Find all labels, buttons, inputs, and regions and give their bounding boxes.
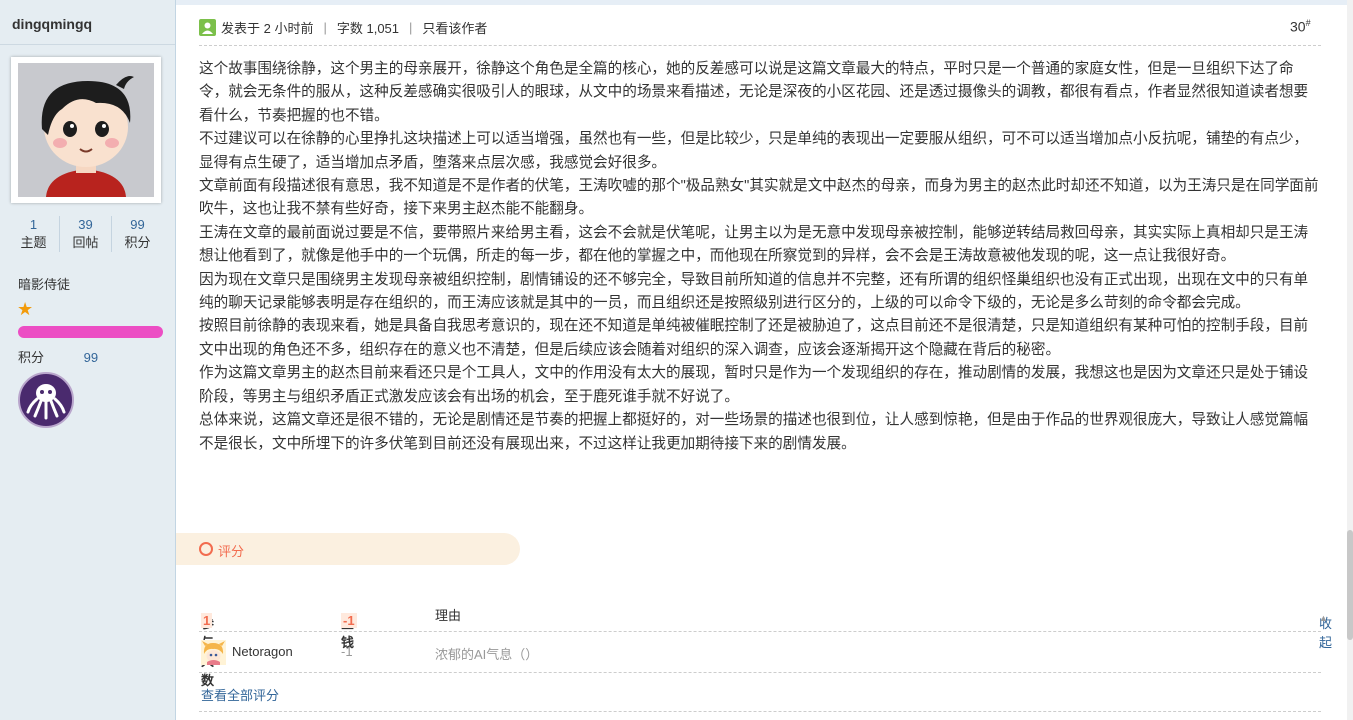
rating-header: 参与人数 1 金钱 -1 理由 收起 ▲ bbox=[199, 597, 1332, 688]
post-paragraph: 按照目前徐静的表现来看，她是具备自我思考意识的，现在还不知道是单纯被催眠控制了还… bbox=[199, 318, 1309, 358]
author-avatar[interactable] bbox=[11, 57, 161, 203]
stat-replies[interactable]: 39 回帖 bbox=[59, 216, 111, 252]
rater-avatar[interactable] bbox=[201, 640, 226, 665]
bottom-divider bbox=[199, 711, 1321, 712]
rating-tab[interactable]: 评分 bbox=[176, 533, 520, 565]
score-row: 积分 99 bbox=[18, 347, 98, 366]
user-group[interactable]: 暗影侍徒 bbox=[18, 274, 70, 293]
post-wordcount: 字数 1,051 bbox=[336, 20, 400, 36]
post-paragraph: 总体来说，这篇文章还是很不错的，无论是剧情还是节奏的把握上都挺好的，对一些场景的… bbox=[199, 412, 1309, 452]
post-time: 发表于 2 小时前 bbox=[221, 20, 314, 36]
rater-username[interactable]: Netoragon bbox=[232, 644, 293, 659]
coins-total: -1 bbox=[341, 613, 357, 628]
floor-mark: # bbox=[1305, 18, 1311, 28]
rating-tab-label: 评分 bbox=[218, 544, 245, 559]
top-border bbox=[176, 0, 1353, 5]
reason-label: 理由 bbox=[435, 608, 462, 623]
rating-table: 参与人数 1 金钱 -1 理由 收起 ▲ Netoragon -1 浓郁的AI气… bbox=[199, 597, 1332, 711]
view-all-row: 查看全部评分 bbox=[199, 673, 1321, 711]
author-username[interactable]: dingqmingq bbox=[12, 16, 92, 32]
post-paragraph: 作为这篇文章男主的赵杰目前来看还只是个工具人，文中的作用没有太大的展现，暂时只是… bbox=[199, 365, 1309, 405]
only-author-link[interactable]: 只看该作者 bbox=[422, 18, 487, 37]
post-paragraph: 文章前面有段描述很有意思，我不知道是不是作者的伏笔，王涛吹嘘的那个"极品熟女"其… bbox=[199, 178, 1319, 218]
stat-points-value[interactable]: 99 bbox=[112, 216, 163, 234]
online-user-icon bbox=[199, 18, 216, 36]
header-divider bbox=[199, 45, 1321, 46]
stat-threads-label: 主题 bbox=[20, 235, 47, 250]
stat-points[interactable]: 99 积分 bbox=[111, 216, 163, 252]
post-paragraph: 不过建议可以在徐静的心里挣扎这块描述上可以适当增强，虽然也有一些，但是比较少，只… bbox=[199, 131, 1309, 171]
post-content: 这个故事围绕徐静，这个男主的母亲展开，徐静这个角色是全篇的核心，她的反差感可以说… bbox=[199, 58, 1321, 456]
post-paragraph: 王涛在文章的最前面说过要是不信，要带照片来给男主看，这会不会就是伏笔呢，让男主以… bbox=[199, 224, 1309, 265]
scrollbar-thumb[interactable] bbox=[1347, 530, 1353, 640]
post-meta: 发表于 2 小时前 | 字数 1,051 | 只看该作者 bbox=[199, 17, 487, 37]
rank-progress-bar bbox=[18, 326, 163, 338]
post-paragraph: 这个故事围绕徐静，这个男主的母亲展开，徐静这个角色是全篇的核心，她的反差感可以说… bbox=[199, 61, 1309, 124]
stat-threads-value[interactable]: 1 bbox=[8, 216, 59, 234]
collapse-arrow-icon: ▲ bbox=[1319, 613, 1328, 623]
stat-replies-label: 回帖 bbox=[72, 235, 99, 250]
floor-number-value[interactable]: 30 bbox=[1290, 19, 1306, 35]
rating-row: Netoragon -1 浓郁的AI气息（） bbox=[199, 632, 1321, 673]
floor-number[interactable]: 30# bbox=[1290, 18, 1311, 35]
stat-replies-value[interactable]: 39 bbox=[60, 216, 111, 234]
author-sidebar: dingqmingq 1 主题 39 回帖 99 积分 暗影侍徒 ★ 积分 99 bbox=[0, 0, 176, 720]
view-all-ratings-link[interactable]: 查看全部评分 bbox=[201, 685, 279, 704]
score-label: 积分 bbox=[18, 350, 45, 365]
meta-divider: | bbox=[323, 19, 327, 35]
meta-divider: | bbox=[409, 19, 413, 35]
participants-count: 1 bbox=[201, 613, 213, 628]
stat-threads[interactable]: 1 主题 bbox=[8, 216, 59, 252]
octopus-medal-icon[interactable] bbox=[18, 372, 74, 428]
author-stats: 1 主题 39 回帖 99 积分 bbox=[8, 216, 163, 252]
sidebar-divider bbox=[0, 44, 175, 45]
rank-star-icon: ★ bbox=[17, 299, 34, 319]
avatar-cartoon-face-icon bbox=[18, 63, 154, 197]
rater-reason: 浓郁的AI气息（） bbox=[435, 647, 539, 662]
score-value[interactable]: 99 bbox=[84, 350, 98, 365]
rating-circle-icon bbox=[199, 542, 213, 556]
rater-coins: -1 bbox=[341, 644, 353, 659]
post-paragraph: 因为现在文章只是围绕男主发现母亲被组织控制，剧情铺设的还不够完全，导致目前所知道… bbox=[199, 271, 1309, 312]
stat-points-label: 积分 bbox=[124, 235, 151, 250]
